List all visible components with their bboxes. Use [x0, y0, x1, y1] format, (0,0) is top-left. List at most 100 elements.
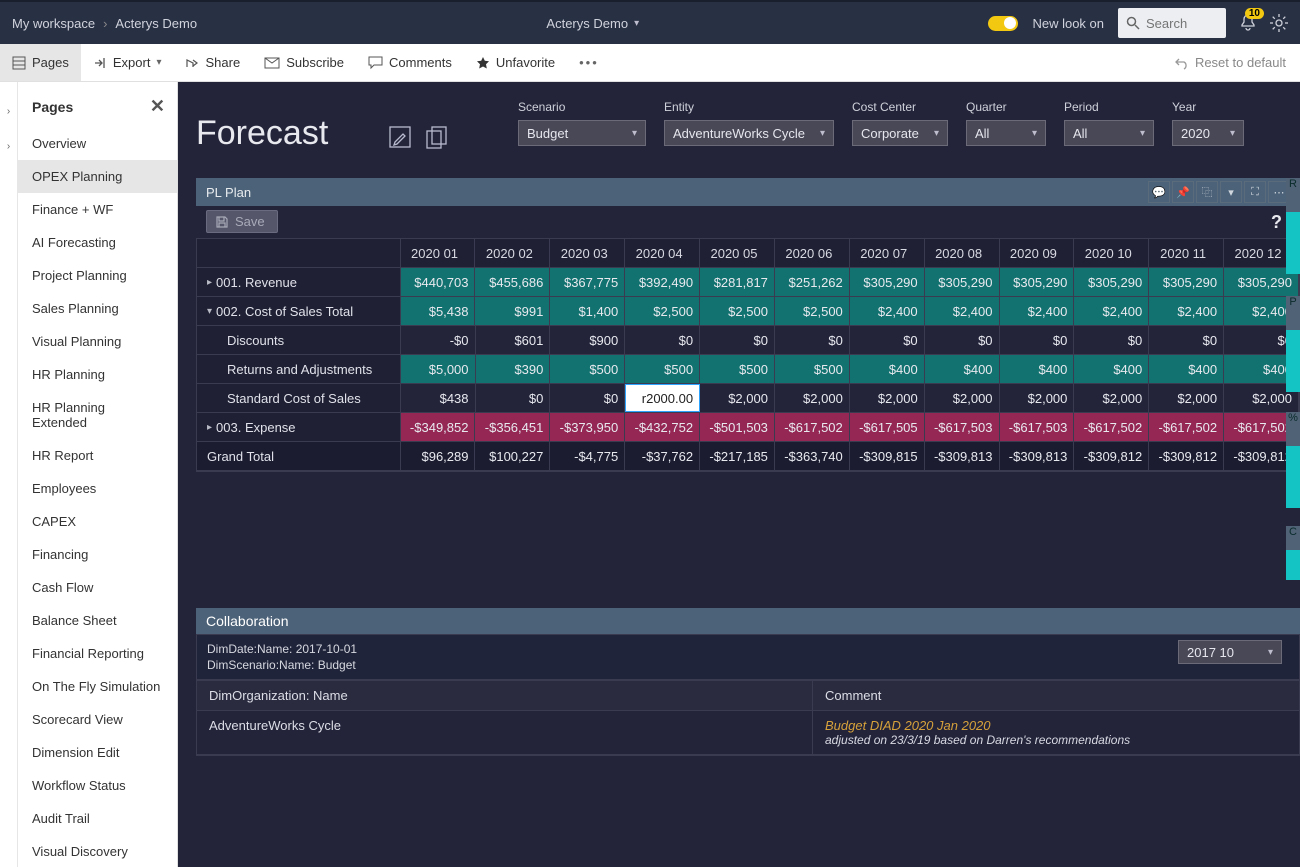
unfavorite-button[interactable]: Unfavorite — [464, 44, 567, 81]
table-cell[interactable]: $2,400 — [1149, 297, 1224, 325]
table-column-header[interactable]: 2020 08 — [925, 239, 1000, 267]
subscribe-button[interactable]: Subscribe — [252, 44, 356, 81]
quarter-select[interactable]: All▾ — [966, 120, 1046, 146]
table-column-header[interactable]: 2020 10 — [1074, 239, 1149, 267]
table-cell[interactable]: $281,817 — [700, 268, 775, 296]
table-cell[interactable]: $440,703 — [401, 268, 476, 296]
table-cell[interactable]: $251,262 — [775, 268, 850, 296]
vtab-r-body[interactable] — [1286, 212, 1300, 274]
table-cell[interactable]: -$501,503 — [700, 413, 775, 441]
table-cell[interactable]: -$617,503 — [1000, 413, 1075, 441]
collab-period-select[interactable]: 2017 10▾ — [1178, 640, 1282, 664]
table-cell[interactable]: $390 — [476, 355, 551, 383]
visual-comment-icon[interactable]: 💬 — [1148, 181, 1170, 203]
save-button[interactable]: Save — [206, 210, 278, 233]
vtab-c-body[interactable] — [1286, 550, 1300, 580]
table-cell[interactable]: $500 — [700, 355, 775, 383]
table-cell[interactable]: -$617,502 — [775, 413, 850, 441]
table-cell[interactable]: $400 — [1000, 355, 1075, 383]
table-cell[interactable]: $0 — [476, 384, 551, 412]
table-cell[interactable]: $0 — [775, 326, 850, 354]
table-column-header[interactable]: 2020 09 — [1000, 239, 1075, 267]
table-column-header[interactable]: 2020 11 — [1149, 239, 1224, 267]
pages-pane-toggle[interactable]: Pages — [0, 44, 81, 81]
table-cell[interactable]: $100,227 — [475, 442, 550, 470]
table-cell[interactable]: -$363,740 — [775, 442, 850, 470]
visual-pin-icon[interactable]: 📌 — [1172, 181, 1194, 203]
table-cell[interactable]: -$617,503 — [925, 413, 1000, 441]
page-item[interactable]: Employees — [18, 472, 177, 505]
table-cell[interactable]: -$0 — [401, 326, 476, 354]
vtab-pc-body[interactable] — [1286, 446, 1300, 508]
copy-icon[interactable] — [424, 125, 450, 151]
edit-icon[interactable] — [388, 125, 414, 151]
table-cell[interactable]: $367,775 — [550, 268, 625, 296]
table-cell[interactable]: -$4,775 — [550, 442, 625, 470]
expand-icon[interactable]: ▾ — [207, 306, 212, 317]
gear-icon[interactable] — [1270, 14, 1288, 32]
page-item[interactable]: OPEX Planning — [18, 160, 177, 193]
table-column-header[interactable]: 2020 04 — [625, 239, 700, 267]
table-cell[interactable]: $400 — [850, 355, 925, 383]
export-button[interactable]: Export ▾ — [81, 44, 174, 81]
table-cell[interactable]: $0 — [925, 326, 1000, 354]
rail-chevron-1[interactable]: › — [7, 106, 10, 117]
table-cell[interactable]: $0 — [1000, 326, 1075, 354]
period-select[interactable]: All▾ — [1064, 120, 1154, 146]
search-input[interactable] — [1118, 8, 1226, 38]
table-column-header[interactable]: 2020 02 — [475, 239, 550, 267]
table-cell[interactable]: $2,000 — [700, 384, 775, 412]
page-item[interactable]: HR Report — [18, 439, 177, 472]
table-cell[interactable]: $900 — [550, 326, 625, 354]
expand-icon[interactable]: ▸ — [207, 422, 212, 433]
page-item[interactable]: Scorecard View — [18, 703, 177, 736]
table-column-header[interactable]: 2020 05 — [700, 239, 775, 267]
table-cell[interactable]: $2,000 — [1149, 384, 1224, 412]
table-cell[interactable]: $2,400 — [1074, 297, 1149, 325]
reset-button[interactable]: Reset to default — [1175, 55, 1300, 70]
page-item[interactable]: Financial Reporting — [18, 637, 177, 670]
page-item[interactable]: Overview — [18, 127, 177, 160]
table-cell[interactable]: $392,490 — [625, 268, 700, 296]
vtab-c-header[interactable]: C — [1286, 526, 1300, 550]
table-cell[interactable]: -$217,185 — [700, 442, 775, 470]
table-cell[interactable]: -$617,502 — [1149, 413, 1224, 441]
table-cell[interactable]: -$309,813 — [1000, 442, 1075, 470]
table-column-header[interactable]: 2020 06 — [775, 239, 850, 267]
table-cell[interactable]: $2,000 — [1000, 384, 1075, 412]
page-item[interactable]: Visual Planning — [18, 325, 177, 358]
table-cell[interactable]: $0 — [1149, 326, 1224, 354]
table-cell[interactable]: $2,500 — [625, 297, 700, 325]
page-item[interactable]: AI Forecasting — [18, 226, 177, 259]
table-cell[interactable]: $0 — [700, 326, 775, 354]
table-cell[interactable]: $601 — [476, 326, 551, 354]
breadcrumb-root[interactable]: My workspace — [12, 16, 95, 31]
table-cell[interactable]: -$309,815 — [850, 442, 925, 470]
table-cell[interactable]: $500 — [775, 355, 850, 383]
close-icon[interactable]: ✕ — [150, 96, 165, 117]
table-cell[interactable]: $305,290 — [1074, 268, 1149, 296]
table-cell[interactable]: -$37,762 — [625, 442, 700, 470]
rail-chevron-2[interactable]: › — [7, 141, 10, 152]
table-cell[interactable]: $305,290 — [1000, 268, 1075, 296]
visual-focus-icon[interactable]: ⛶ — [1244, 181, 1266, 203]
page-item[interactable]: Sales Planning — [18, 292, 177, 325]
visual-filter-icon[interactable]: ▾ — [1220, 181, 1242, 203]
new-look-toggle[interactable] — [988, 16, 1018, 31]
table-cell[interactable]: $0 — [625, 326, 700, 354]
page-item[interactable]: Project Planning — [18, 259, 177, 292]
table-cell[interactable]: $1,400 — [550, 297, 625, 325]
table-column-header[interactable]: 2020 03 — [550, 239, 625, 267]
share-button[interactable]: Share — [173, 44, 252, 81]
collab-row[interactable]: AdventureWorks Cycle Budget DIAD 2020 Ja… — [197, 711, 1299, 755]
page-item[interactable]: HR Planning Extended — [18, 391, 177, 439]
help-icon[interactable]: ? — [1271, 212, 1282, 233]
entity-select[interactable]: AdventureWorks Cycle▾ — [664, 120, 834, 146]
table-cell[interactable]: $2,400 — [925, 297, 1000, 325]
table-cell[interactable]: $400 — [1149, 355, 1224, 383]
table-cell[interactable]: $96,289 — [401, 442, 476, 470]
table-cell[interactable]: -$309,813 — [925, 442, 1000, 470]
table-cell[interactable]: $991 — [475, 297, 550, 325]
expand-icon[interactable]: ▸ — [207, 277, 212, 288]
year-select[interactable]: 2020▾ — [1172, 120, 1244, 146]
